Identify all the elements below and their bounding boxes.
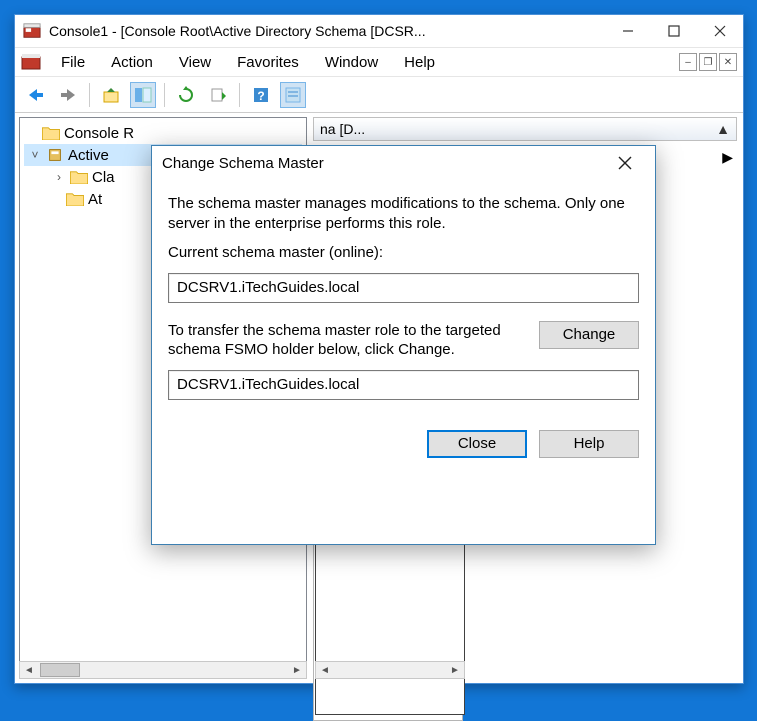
collapse-toggle[interactable]: ˅ (28, 148, 42, 162)
menu-help[interactable]: Help (392, 50, 447, 75)
toolbar: ? (15, 77, 743, 113)
folder-icon (42, 126, 60, 140)
current-master-label: Current schema master (online): (168, 243, 639, 263)
refresh-button[interactable] (173, 82, 199, 108)
window-title: Console1 - [Console Root\Active Director… (49, 23, 605, 39)
scroll-caret-icon[interactable]: ▶ (722, 149, 733, 166)
current-master-field: DCSRV1.iTechGuides.local (168, 273, 639, 303)
menu-view[interactable]: View (167, 50, 223, 75)
export-button[interactable] (205, 82, 231, 108)
help-button[interactable]: ? (248, 82, 274, 108)
close-icon (714, 25, 726, 37)
dialog-description: The schema master manages modifications … (168, 194, 639, 233)
close-button[interactable] (697, 15, 743, 47)
svg-text:?: ? (257, 89, 264, 103)
transfer-description: To transfer the schema master role to th… (168, 321, 525, 360)
folder-icon (66, 192, 84, 206)
target-master-field: DCSRV1.iTechGuides.local (168, 370, 639, 400)
details-button[interactable] (280, 82, 306, 108)
mmc-window: Console1 - [Console Root\Active Director… (14, 14, 744, 684)
dialog-body: The schema master manages modifications … (152, 180, 655, 544)
folder-icon (70, 170, 88, 184)
details-icon (284, 86, 302, 104)
forward-button[interactable] (55, 82, 81, 108)
menu-window[interactable]: Window (313, 50, 390, 75)
dialog-close-button[interactable] (605, 148, 645, 178)
change-button[interactable]: Change (539, 321, 639, 349)
tree-icon (134, 86, 152, 104)
list-scrollbar[interactable]: ◄ ► (315, 661, 465, 679)
current-master-value: DCSRV1.iTechGuides.local (177, 279, 359, 296)
dialog-title: Change Schema Master (162, 155, 324, 172)
help-icon: ? (252, 86, 270, 104)
sort-arrow-icon: ▲ (716, 121, 730, 137)
maximize-button[interactable] (651, 15, 697, 47)
tree-scrollbar[interactable]: ◄ ► (19, 661, 307, 679)
close-dialog-button[interactable]: Close (427, 430, 527, 458)
menubar: File Action View Favorites Window Help –… (15, 47, 743, 77)
expand-toggle[interactable]: › (52, 170, 66, 184)
titlebar: Console1 - [Console Root\Active Director… (15, 15, 743, 47)
mdi-controls: – ❐ ✕ (679, 53, 737, 71)
dialog-titlebar: Change Schema Master (152, 146, 655, 180)
column-header[interactable]: na [D... ▲ (313, 117, 737, 141)
window-controls (605, 15, 743, 47)
scroll-left-icon[interactable]: ◄ (20, 662, 38, 678)
show-tree-button[interactable] (130, 82, 156, 108)
menu-favorites[interactable]: Favorites (225, 50, 311, 75)
mdi-minimize[interactable]: – (679, 53, 697, 71)
change-schema-master-dialog: Change Schema Master The schema master m… (151, 145, 656, 545)
mdi-close[interactable]: ✕ (719, 53, 737, 71)
maximize-icon (668, 25, 680, 37)
mmc-icon (23, 22, 41, 40)
menu-file[interactable]: File (49, 50, 97, 75)
scroll-right-icon[interactable]: ► (288, 662, 306, 678)
help-dialog-button[interactable]: Help (539, 430, 639, 458)
scroll-thumb[interactable] (40, 663, 80, 677)
menu-action[interactable]: Action (99, 50, 165, 75)
target-master-value: DCSRV1.iTechGuides.local (177, 376, 359, 393)
tree-root[interactable]: Console R (24, 122, 302, 144)
up-button[interactable] (98, 82, 124, 108)
forward-icon (59, 88, 77, 102)
mmc-small-icon (21, 52, 41, 72)
minimize-button[interactable] (605, 15, 651, 47)
export-icon (209, 86, 227, 104)
column-header-text: na [D... (320, 121, 365, 137)
minimize-icon (622, 25, 634, 37)
close-icon (618, 156, 632, 170)
scroll-left-icon[interactable]: ◄ (316, 662, 334, 678)
schema-icon (46, 146, 64, 164)
folder-up-icon (102, 86, 120, 104)
scroll-right-icon[interactable]: ► (446, 662, 464, 678)
back-button[interactable] (23, 82, 49, 108)
back-icon (27, 88, 45, 102)
refresh-icon (177, 86, 195, 104)
mdi-restore[interactable]: ❐ (699, 53, 717, 71)
